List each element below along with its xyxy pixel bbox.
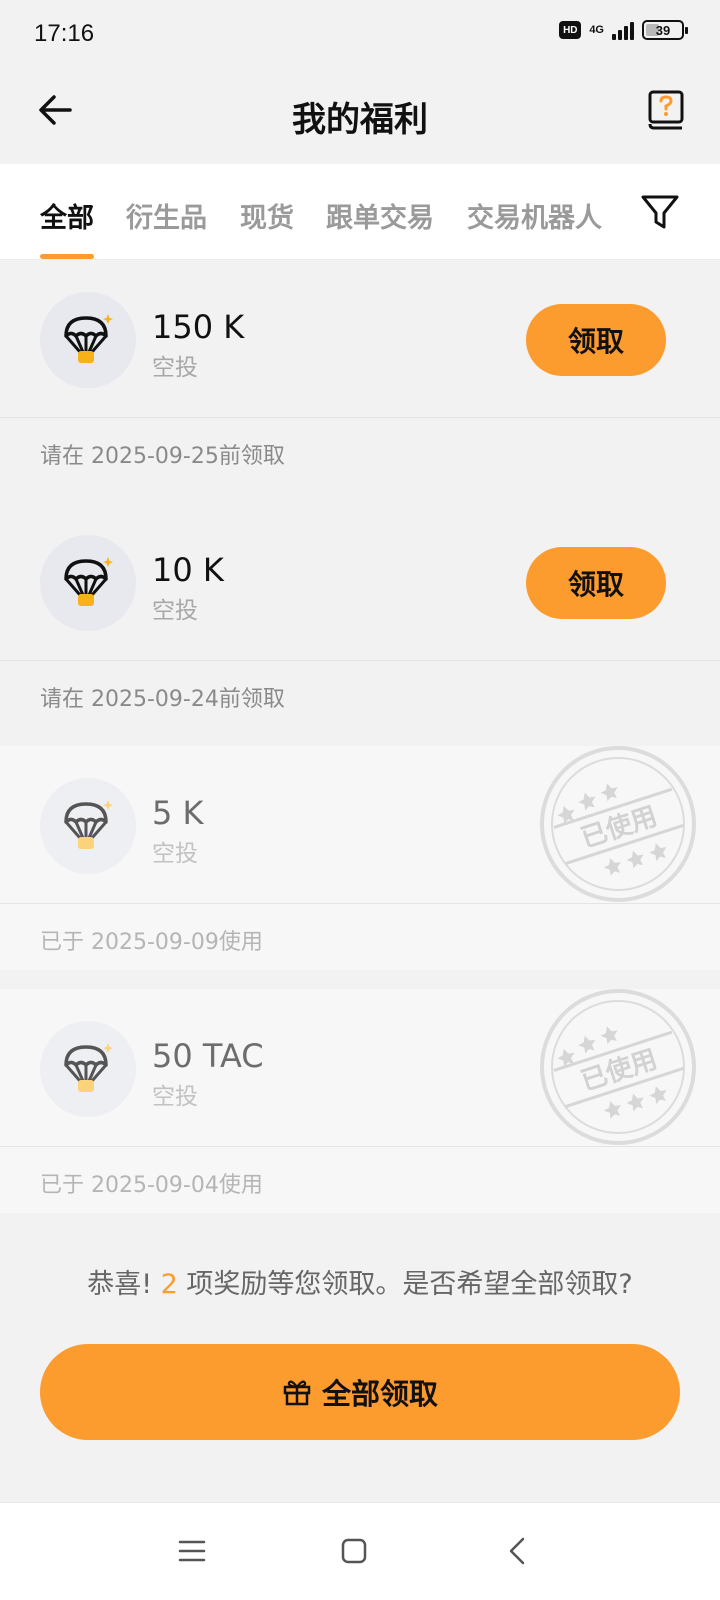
- used-stamp: 已使用: [540, 746, 696, 902]
- filter-icon: [641, 195, 679, 229]
- status-icons: HD 4G 39: [559, 20, 688, 40]
- menu-icon: [178, 1540, 206, 1562]
- reward-card: 10 K 空投 领取 请在 2025-09-24前领取: [0, 503, 720, 727]
- congrats-suffix: 项奖励等您领取。是否希望全部领取?: [186, 1269, 633, 1300]
- claim-deadline: 请在 2025-09-24前领取: [40, 687, 285, 712]
- app-bar: 我的福利: [0, 70, 720, 164]
- reward-card-main: 5 K 空投 已使用: [0, 746, 720, 904]
- reward-card-footer: 已于 2025-09-04使用: [0, 1147, 720, 1213]
- reward-card: 50 TAC 空投 已使用 已于 2025-09-04使用: [0, 989, 720, 1213]
- parachute-icon: [64, 800, 113, 849]
- system-back-button[interactable]: [500, 1533, 536, 1569]
- reward-card-main: 150 K 空投 领取: [0, 260, 720, 418]
- home-button[interactable]: [336, 1533, 372, 1569]
- tab-spot[interactable]: 现货: [240, 196, 294, 235]
- claim-button[interactable]: 领取: [526, 304, 666, 376]
- reward-amount: 50 TAC: [152, 1037, 264, 1075]
- used-date: 已于 2025-09-09使用: [40, 930, 263, 955]
- airdrop-icon-badge: [40, 535, 136, 631]
- reward-amount: 5 K: [152, 794, 204, 832]
- reward-card: 150 K 空投 领取 请在 2025-09-25前领取: [0, 260, 720, 484]
- filter-button[interactable]: [640, 192, 680, 232]
- pending-count: 2: [160, 1269, 178, 1300]
- airdrop-icon-badge: [40, 1021, 136, 1117]
- tab-derivatives[interactable]: 衍生品: [126, 196, 207, 235]
- tab-copy-trading[interactable]: 跟单交易: [326, 196, 434, 235]
- airdrop-icon-badge: [40, 778, 136, 874]
- reward-card: 5 K 空投 已使用 已于 2025-09-09使用: [0, 746, 720, 970]
- home-square-icon: [341, 1538, 367, 1564]
- parachute-icon: [64, 1043, 113, 1092]
- category-tabs: 全部 衍生品 现货 跟单交易 交易机器人: [0, 164, 720, 260]
- reward-amount: 10 K: [152, 551, 224, 589]
- used-date: 已于 2025-09-04使用: [40, 1173, 263, 1198]
- reward-type: 空投: [152, 355, 198, 381]
- chevron-left-icon: [509, 1537, 525, 1565]
- reward-card-footer: 已于 2025-09-09使用: [0, 904, 720, 970]
- reward-amount: 150 K: [152, 308, 245, 346]
- gift-icon: [283, 1380, 311, 1406]
- recents-button[interactable]: [174, 1533, 210, 1569]
- reward-card-footer: 请在 2025-09-24前领取: [0, 661, 720, 727]
- page-title: 我的福利: [292, 100, 428, 140]
- claim-all-label: 全部领取: [321, 1377, 438, 1411]
- status-time: 17:16: [34, 20, 95, 47]
- signal-icon: [612, 20, 634, 40]
- congrats-prefix: 恭喜!: [87, 1269, 153, 1300]
- reward-card-main: 10 K 空投 领取: [0, 503, 720, 661]
- help-book-icon: [648, 90, 684, 130]
- claim-all-prompt: 恭喜! 2 项奖励等您领取。是否希望全部领取?: [0, 1262, 720, 1301]
- active-tab-indicator: [40, 254, 94, 259]
- airdrop-icon-badge: [40, 292, 136, 388]
- claim-deadline: 请在 2025-09-25前领取: [40, 444, 285, 469]
- claim-button[interactable]: 领取: [526, 547, 666, 619]
- network-type: 4G: [589, 24, 604, 36]
- claim-all-panel: 恭喜! 2 项奖励等您领取。是否希望全部领取? 全部领取: [0, 1240, 720, 1502]
- battery-level: 39: [655, 22, 671, 38]
- status-bar: 17:16 HD 4G 39: [0, 0, 720, 70]
- reward-type: 空投: [152, 598, 198, 624]
- reward-card-footer: 请在 2025-09-25前领取: [0, 418, 720, 484]
- system-nav-bar: [0, 1502, 720, 1600]
- tab-all[interactable]: 全部: [40, 196, 94, 235]
- reward-type: 空投: [152, 841, 198, 867]
- tab-trading-bot[interactable]: 交易机器人: [467, 196, 602, 235]
- hd-icon: HD: [559, 21, 582, 39]
- parachute-icon: [64, 314, 113, 363]
- claim-all-button[interactable]: 全部领取: [40, 1344, 680, 1440]
- parachute-icon: [64, 557, 113, 606]
- used-stamp: 已使用: [540, 989, 696, 1145]
- reward-card-main: 50 TAC 空投 已使用: [0, 989, 720, 1147]
- reward-type: 空投: [152, 1084, 198, 1110]
- help-button[interactable]: [646, 88, 686, 132]
- battery-icon: 39: [642, 20, 688, 40]
